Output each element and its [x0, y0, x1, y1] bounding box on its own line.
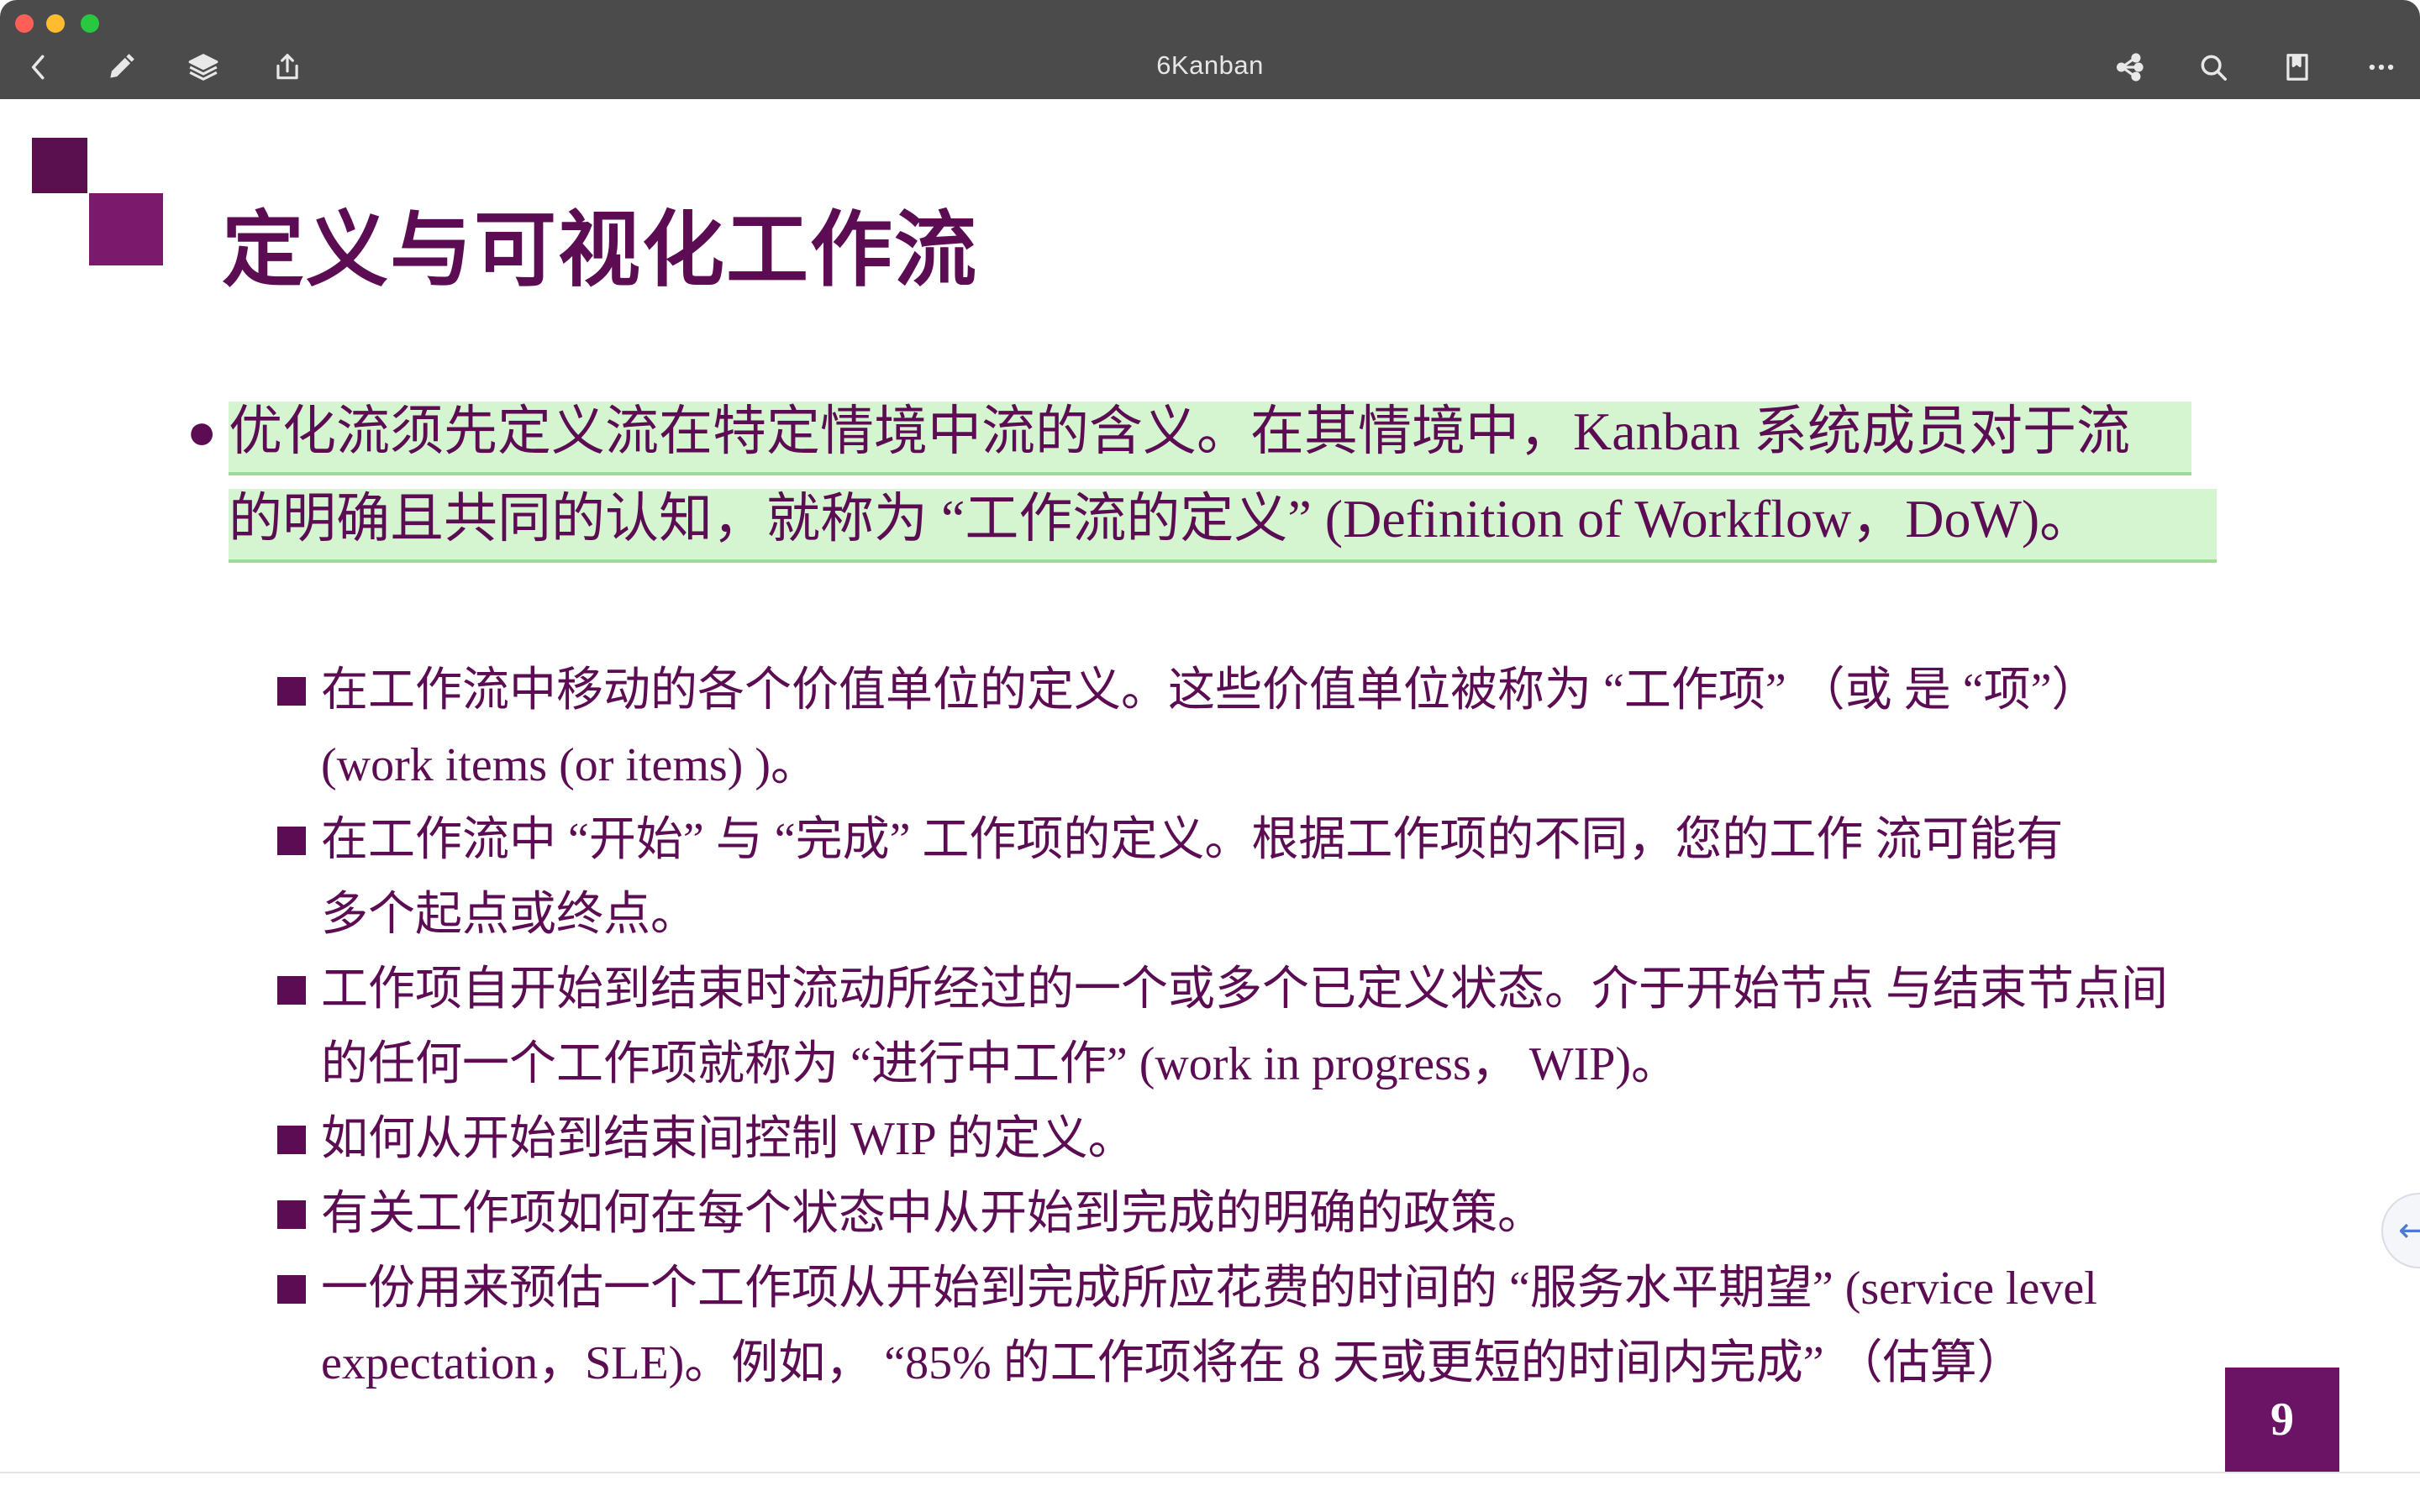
- sub-bullet-line: 的任何一个工作项就称为 “进行中工作” (work in progress， W…: [321, 1038, 1679, 1090]
- sub-bullet-line: 一份用来预估一个工作项从开始到完成所应花费的时间的 “服务水平期望” (serv…: [321, 1263, 2097, 1315]
- bullet-square: [277, 827, 306, 855]
- sub-bullet-line: 如何从开始到结束间控制 WIP 的定义。: [321, 1113, 1135, 1165]
- bookmark-icon[interactable]: [2277, 47, 2317, 87]
- sub-bullet-item: 工作项自开始到结束时流动所经过的一个或多个已定义状态。介于开始节点 与结束节点间…: [277, 953, 2210, 1102]
- more-icon[interactable]: [2361, 47, 2402, 87]
- sub-bullet-line: 工作项自开始到结束时流动所经过的一个或多个已定义状态。介于开始节点 与结束节点间: [321, 963, 2168, 1016]
- window-titlebar: 6Kanban: [0, 0, 2420, 99]
- page-number: 9: [2225, 1368, 2339, 1472]
- sub-bullet-line: 在工作流中移动的各个价值单位的定义。这些价值单位被称为 “工作项” （或 是 “…: [321, 664, 2099, 717]
- search-icon[interactable]: [2193, 47, 2233, 87]
- title-decoration-square: [89, 193, 163, 265]
- bullet-square: [277, 1126, 306, 1154]
- sub-bullet-item: 如何从开始到结束间控制 WIP 的定义。: [277, 1102, 2210, 1177]
- bullet-square: [277, 1275, 306, 1304]
- bullet-square: [277, 1200, 306, 1229]
- sub-bullet-list: 在工作流中移动的各个价值单位的定义。这些价值单位被称为 “工作项” （或 是 “…: [277, 654, 2210, 1401]
- sub-bullet-item: 一份用来预估一个工作项从开始到完成所应花费的时间的 “服务水平期望” (serv…: [277, 1252, 2210, 1401]
- sub-bullet-line: 在工作流中 “开始” 与 “完成” 工作项的定义。根据工作项的不同，您的工作 流…: [321, 814, 2064, 866]
- sub-bullet-item: 在工作流中移动的各个价值单位的定义。这些价值单位被称为 “工作项” （或 是 “…: [277, 654, 2210, 803]
- mindmap-icon[interactable]: [2109, 47, 2149, 87]
- zoom-window-button[interactable]: [81, 14, 99, 33]
- close-window-button[interactable]: [15, 14, 34, 33]
- sub-bullet-line: (work items (or items) )。: [321, 739, 818, 791]
- slide-canvas: 定义与可视化工作流 ● 优化流须先定义流在特定情境中流的含义。在其情境中，Kan…: [0, 99, 2420, 1472]
- main-bullet-line: 优化流须先定义流在特定情境中流的含义。在其情境中，Kanban 系统成员对于流: [229, 402, 2131, 461]
- window-title: 6Kanban: [1156, 50, 1264, 80]
- main-bullet: ● 优化流须先定义流在特定情境中流的含义。在其情境中，Kanban 系统成员对于…: [183, 388, 2217, 563]
- sub-bullet-line: 多个起点或终点。: [321, 889, 697, 941]
- window-bottom-divider: [0, 1472, 2420, 1473]
- bullet-square: [277, 976, 306, 1005]
- bullet-dot: ●: [187, 404, 218, 459]
- title-decoration-square: [32, 138, 87, 193]
- sub-bullet-item: 在工作流中 “开始” 与 “完成” 工作项的定义。根据工作项的不同，您的工作 流…: [277, 803, 2210, 953]
- slide-title: 定义与可视化工作流: [222, 202, 979, 298]
- minimize-window-button[interactable]: [46, 14, 65, 33]
- main-bullet-line: 的明确且共同的认知，就称为 “工作流的定义” (Definition of Wo…: [229, 489, 2094, 549]
- sub-bullet-item: 有关工作项如何在每个状态中从开始到完成的明确的政策。: [277, 1177, 2210, 1252]
- bullet-square: [277, 677, 306, 706]
- sub-bullet-line: expectation，SLE)。例如， “85% 的工作项将在 8 天或更短的…: [321, 1337, 2024, 1389]
- sub-bullet-line: 有关工作项如何在每个状态中从开始到完成的明确的政策。: [321, 1188, 1544, 1240]
